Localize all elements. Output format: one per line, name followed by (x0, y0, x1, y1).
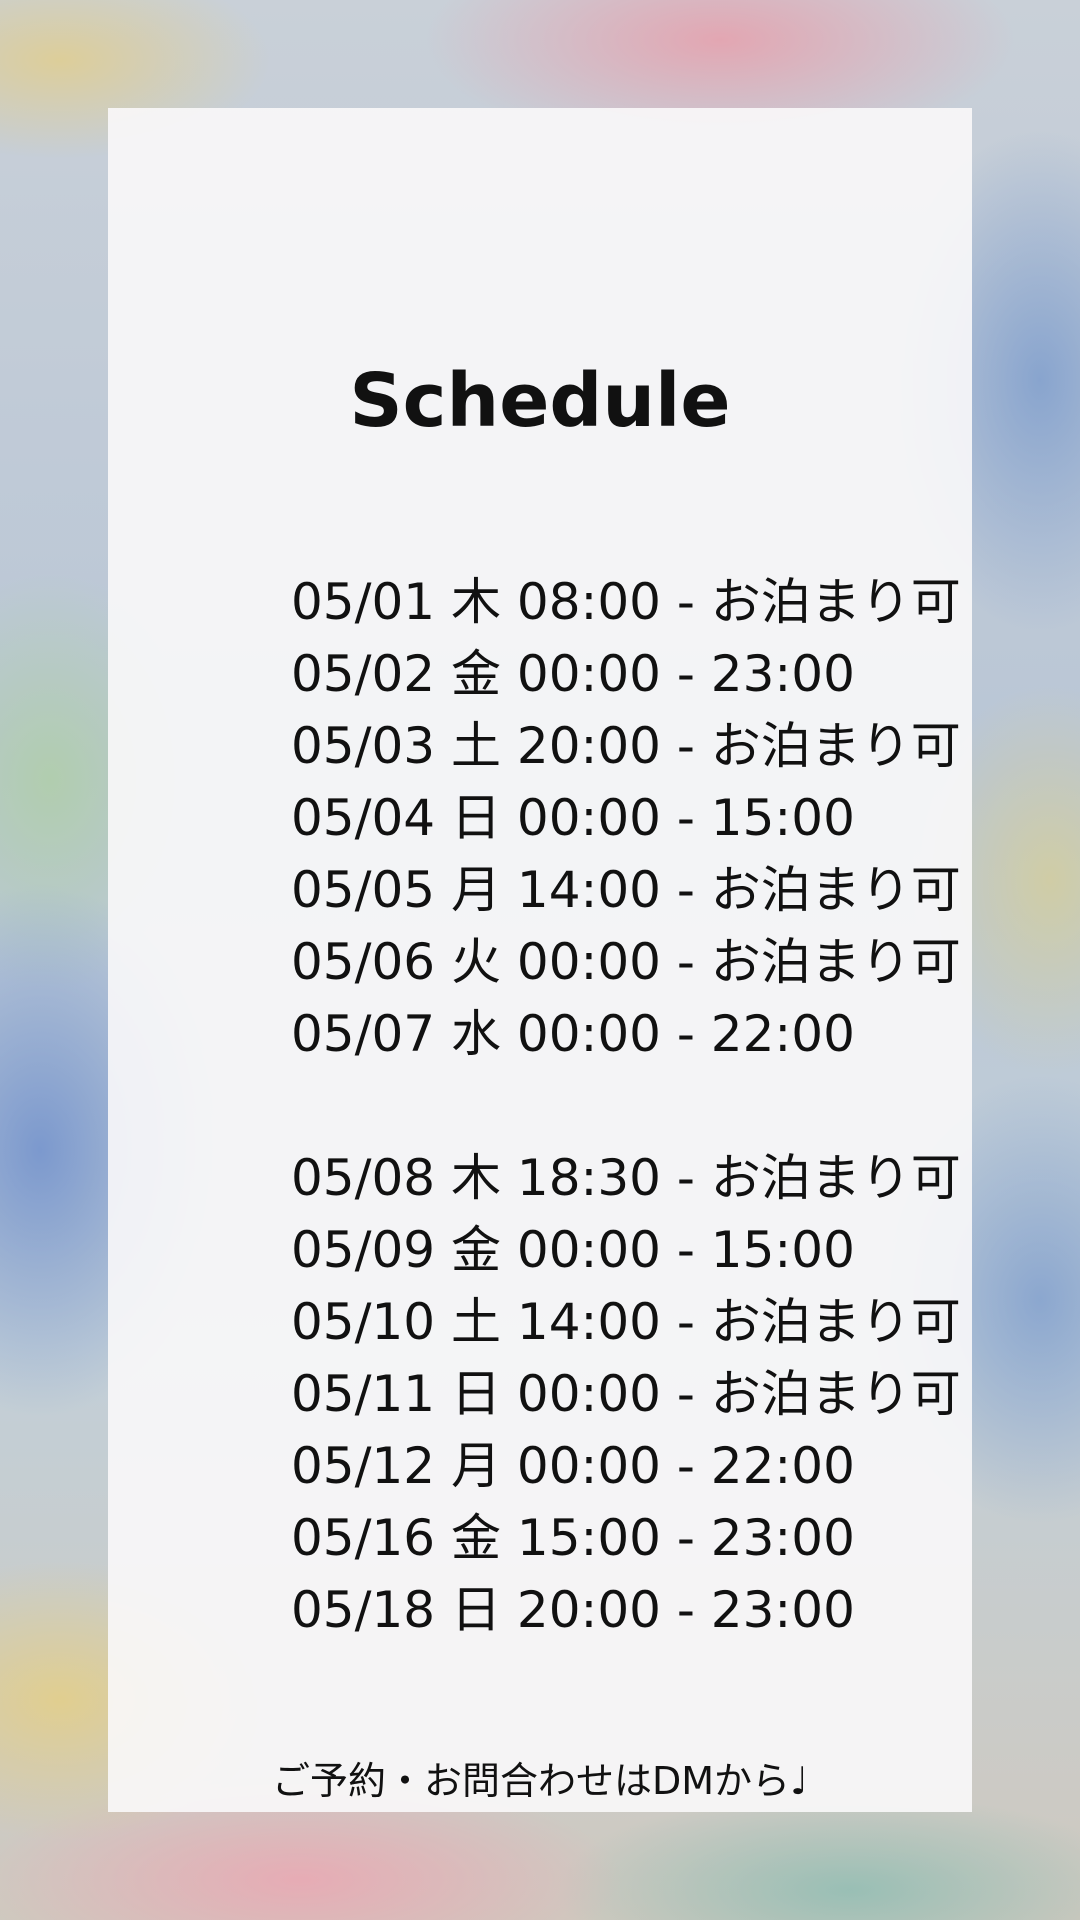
schedule-entry: 05/16 金 15:00 - 23:00 (291, 1509, 855, 1567)
schedule-entry: 05/10 土 14:00 - お泊まり可 (291, 1293, 961, 1351)
schedule-entry: 05/12 月 00:00 - 22:00 (291, 1437, 855, 1495)
schedule-entry: 05/01 木 08:00 - お泊まり可 (291, 573, 961, 631)
schedule-entry: 05/05 月 14:00 - お泊まり可 (291, 861, 961, 919)
schedule-entry: 05/18 日 20:00 - 23:00 (291, 1581, 855, 1639)
schedule-list: 05/01 木 08:00 - お泊まり可 05/02 金 00:00 - 23… (291, 566, 961, 1646)
schedule-entry: 05/02 金 00:00 - 23:00 (291, 645, 855, 703)
schedule-entry: 05/07 水 00:00 - 22:00 (291, 1005, 855, 1063)
schedule-entry: 05/08 木 18:30 - お泊まり可 (291, 1149, 961, 1207)
schedule-entry: 05/09 金 00:00 - 15:00 (291, 1221, 855, 1279)
schedule-entry: 05/11 日 00:00 - お泊まり可 (291, 1365, 961, 1423)
page-title: Schedule (349, 358, 731, 444)
reservation-note: ご予約・お問合わせはDMから♩ (272, 1759, 808, 1803)
schedule-card: Schedule 05/01 木 08:00 - お泊まり可 05/02 金 0… (108, 108, 972, 1812)
schedule-entry: 05/06 火 00:00 - お泊まり可 (291, 933, 961, 991)
schedule-entry: 05/04 日 00:00 - 15:00 (291, 789, 855, 847)
schedule-entry: 05/03 土 20:00 - お泊まり可 (291, 717, 961, 775)
